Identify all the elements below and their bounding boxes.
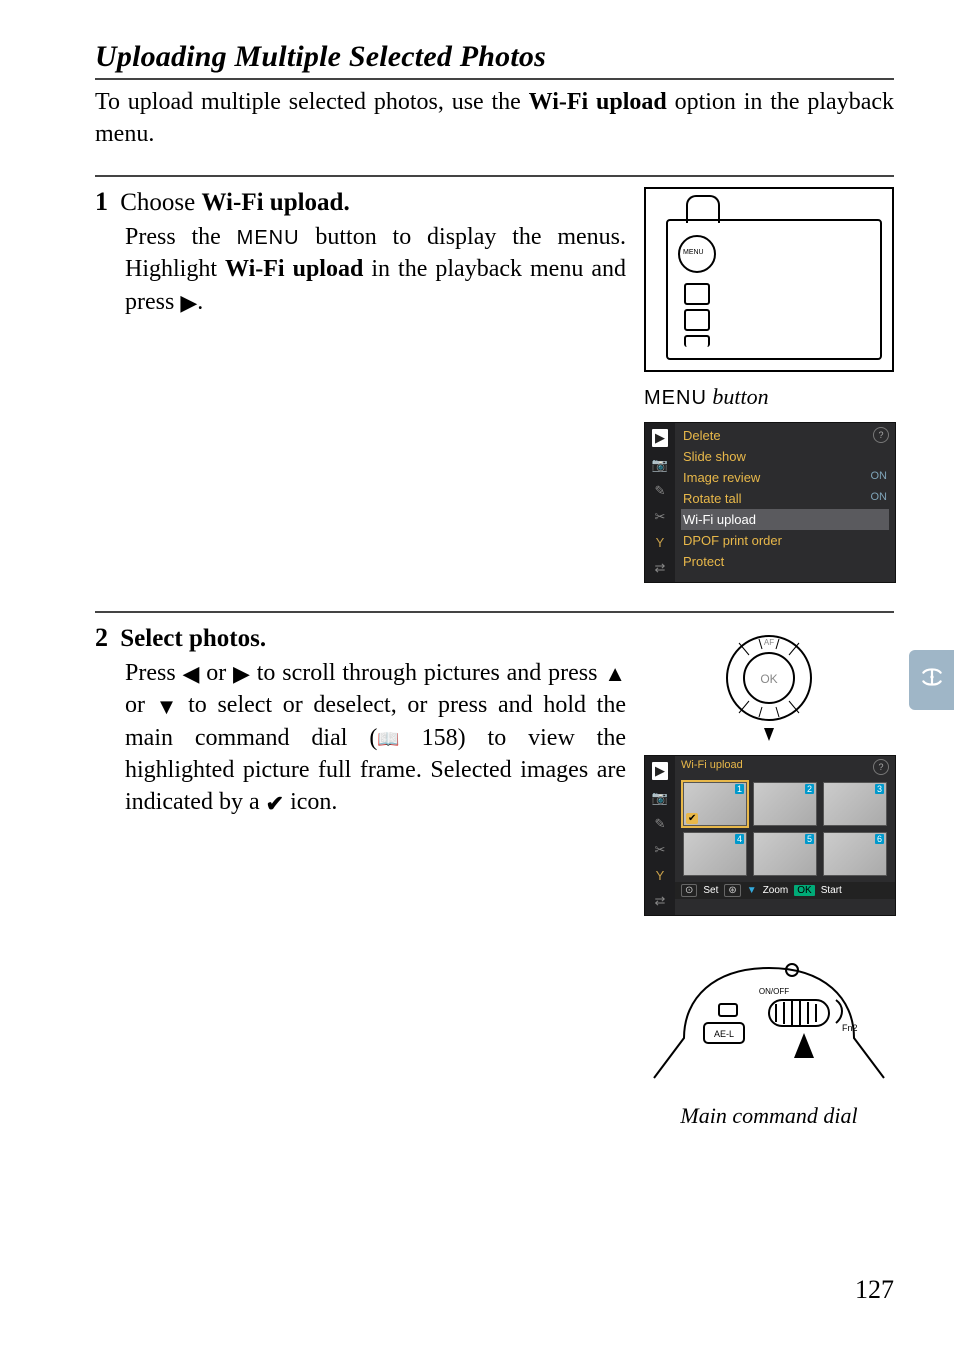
playback-menu-screenshot: ▶ 📷 ✎ ✂ Y ⇄ ? Delete Slide show Image re… [644,422,896,583]
camera-tab-icon: 📷 [652,790,668,806]
dial-icon: ⊛ [724,884,740,897]
setup-tab-icon: Y [656,535,665,550]
menu-item-wifi-upload: Wi-Fi upload [681,509,889,530]
menu-button-icon [678,235,716,273]
main-command-dial-caption: Main command dial [644,1103,894,1129]
step-2-number: 2 [95,623,108,652]
step-2-figures: OK AF ▶ [644,623,894,1129]
svg-text:AF: AF [764,638,774,647]
retouch-tab-icon: ✂ [655,842,666,858]
menu-item-protect: Protect [681,551,889,572]
svg-text:ON/OFF: ON/OFF [759,987,789,996]
menu-item-image-review: Image reviewON [681,467,889,488]
playback-tab-icon: ▶ [652,762,668,780]
up-triangle-icon: ▲ [604,663,626,685]
step-1-body: Press the MENU button to display the men… [95,221,626,318]
step-1: 1 Choose Wi-Fi upload. Press the MENU bu… [95,175,894,583]
step-2-title: 2 Select photos. [95,623,626,653]
recent-tab-icon: ⇄ [655,560,666,576]
wifi-icon [919,664,945,696]
multi-selector-illustration: OK AF [644,623,894,743]
step-1-number: 1 [95,187,108,216]
left-triangle-icon: ◀ [182,663,199,685]
svg-text:Fn2: Fn2 [842,1023,858,1033]
book-icon: 📖 [377,730,399,748]
camera-tab-icon: 📷 [652,457,668,473]
camera-illustration [644,187,894,372]
step-1-title-bold: Wi-Fi upload. [202,189,350,216]
menu-glyph: MENU [237,227,300,249]
command-dial-illustration: AE-L ON/OFF Fn2 [644,928,894,1129]
right-triangle-icon: ▶ [233,663,250,685]
playback-tab-icon: ▶ [652,429,668,447]
menu-item-dpof: DPOF print order [681,530,889,551]
page: Uploading Multiple Selected Photos To up… [0,0,954,1345]
intro-text: To upload multiple selected photos, use … [95,86,894,151]
recent-tab-icon: ⇄ [655,893,666,909]
step-1-title: 1 Choose Wi-Fi upload. [95,187,626,217]
menu-item-rotate-tall: Rotate tallON [681,488,889,509]
page-number: 127 [855,1275,894,1305]
menu-item-delete: Delete [681,425,889,446]
down-triangle-icon: ▼ [156,696,178,718]
right-triangle-icon: ▶ [180,292,197,314]
thumbnail: 6 [823,832,887,876]
step-1-title-pre: Choose [120,189,201,216]
ok-icon: OK [794,885,814,896]
svg-text:OK: OK [760,672,777,686]
upload-footer: ⊙ Set ⊛ ▼ Zoom OK Start [675,882,895,899]
svg-text:AE-L: AE-L [714,1029,734,1039]
help-icon: ? [873,759,889,775]
intro-bold: Wi-Fi upload [529,89,667,115]
custom-tab-icon: ✎ [655,816,666,832]
help-icon: ? [873,427,889,443]
setup-tab-icon: Y [656,868,665,883]
thumbnail: 3 [823,782,887,826]
thumbnail: 5 [753,832,817,876]
upload-title: Wi-Fi upload [681,759,743,775]
thumbnail: 4 [683,832,747,876]
selector-icon: ⊙ [681,884,697,897]
intro-pre: To upload multiple selected photos, use … [95,89,529,115]
wifi-upload-screenshot: ▶ 📷 ✎ ✂ Y ⇄ Wi-Fi upload ? [644,755,896,916]
thumbnail: 1 [683,782,747,826]
step-1-figures: MENU button ▶ 📷 ✎ ✂ Y ⇄ ? [644,187,894,583]
thumbnail: 2 [753,782,817,826]
retouch-tab-icon: ✂ [655,509,666,525]
custom-tab-icon: ✎ [655,483,666,499]
step-2: 2 Select photos. Press ◀ or ▶ to scroll … [95,611,894,1129]
checkmark-icon: ✔ [266,793,284,815]
steps: 1 Choose Wi-Fi upload. Press the MENU bu… [95,175,894,1129]
menu-item-slideshow: Slide show [681,446,889,467]
section-title: Uploading Multiple Selected Photos [95,40,894,80]
section-tab [909,650,954,710]
step-2-title-text: Select photos. [120,625,266,652]
menu-button-caption: MENU button [644,384,769,410]
step-2-body: Press ◀ or ▶ to scroll through pictures … [95,657,626,819]
